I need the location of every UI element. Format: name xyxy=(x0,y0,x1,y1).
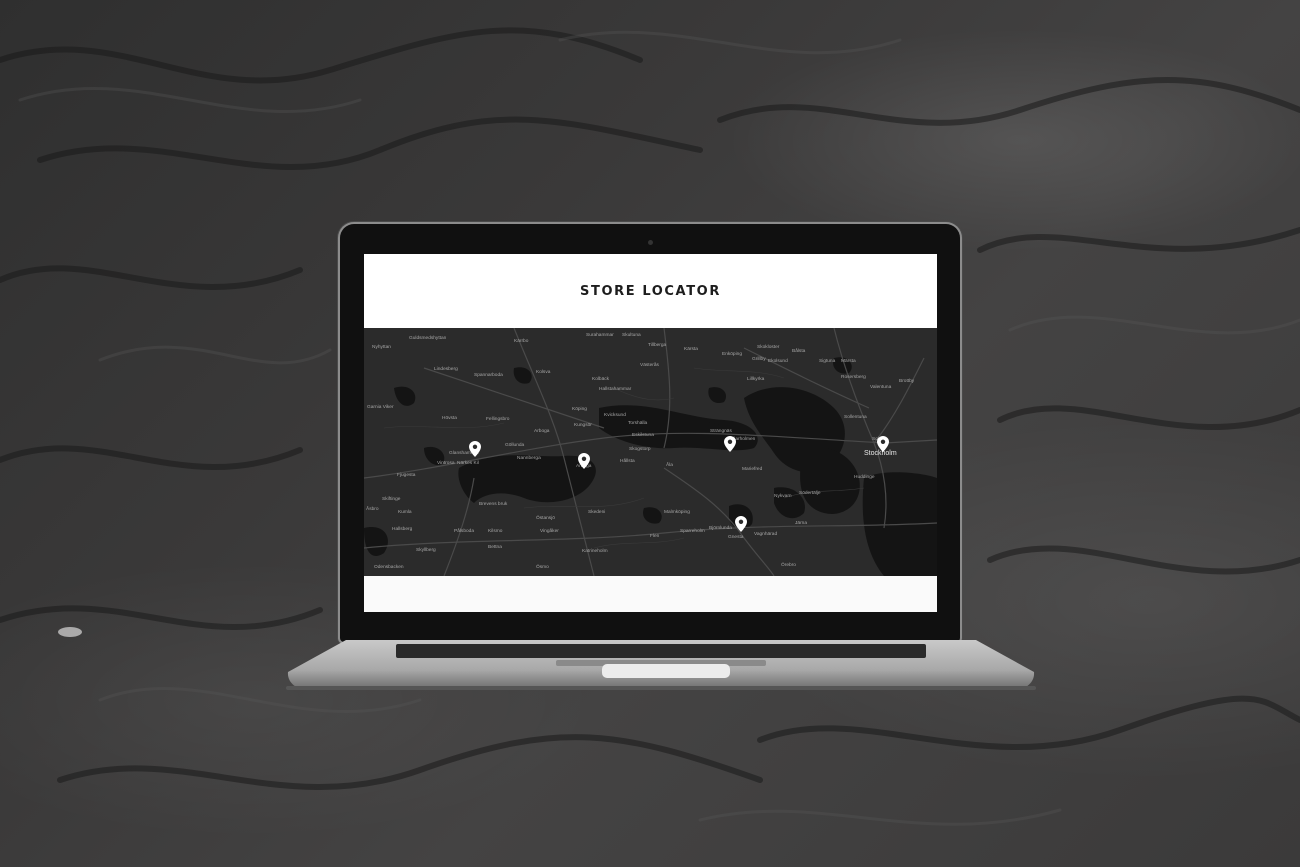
map-city-label: Torshälla xyxy=(628,421,648,426)
page-footer-area xyxy=(364,576,937,612)
map-city-label: Malmköping xyxy=(664,510,690,515)
map-city-label: Nannberga xyxy=(517,456,541,461)
map-city-label: Enköping xyxy=(722,352,743,357)
map-city-label: Köping xyxy=(572,407,587,412)
map-city-label: Nykvarn xyxy=(774,494,792,499)
map-city-label: Grillby xyxy=(752,357,766,362)
map-city-label: Brevens bruk xyxy=(479,502,508,507)
map-city-label: Arboga xyxy=(534,429,550,434)
map-city-label: Lillkyrka xyxy=(747,377,765,382)
map-city-label: Ösmo xyxy=(536,565,549,570)
map-city-label: Bålsta xyxy=(792,349,806,354)
map-city-label: Spannarboda xyxy=(474,373,503,378)
map-city-label: Bettna xyxy=(488,545,502,550)
map-city-label: Skiftinge xyxy=(382,497,401,502)
store-pin-icon[interactable] xyxy=(877,436,889,452)
map-city-label: Kungsör xyxy=(574,423,592,428)
map-city-label: Skultuna xyxy=(622,333,641,338)
map-city-label: Tillberga xyxy=(648,343,667,348)
map-city-label: Åla xyxy=(666,463,673,468)
map-city-label: Kärsta xyxy=(684,347,698,352)
map-city-label: Lindesberg xyxy=(434,367,458,372)
map-city-label: Kvicksund xyxy=(604,413,626,418)
map-city-label: Hållsta xyxy=(620,459,635,464)
map-city-label: Garnia Viker xyxy=(367,405,394,410)
page-header: STORE LOCATOR xyxy=(364,254,937,328)
map-city-label: Kolsva xyxy=(536,370,551,375)
map-city-label: Valentuna xyxy=(870,385,892,390)
store-pin-icon[interactable] xyxy=(578,453,590,469)
map-city-label: Rosersberg xyxy=(841,375,866,380)
map-city-label: Hallsberg xyxy=(392,527,413,532)
map-city-label: Strängnäs xyxy=(710,429,732,434)
map-city-label: Närkes Kil xyxy=(457,461,479,466)
map-city-label: Märsta xyxy=(841,359,856,364)
page-title: STORE LOCATOR xyxy=(580,283,721,299)
webcam-icon xyxy=(648,240,653,245)
map-city-label: Hallstahammar xyxy=(599,387,632,392)
map-city-label: Östansjö xyxy=(536,516,555,521)
laptop-base xyxy=(286,640,1036,690)
map-city-label: Hövsta xyxy=(442,416,457,421)
map-city-label: Sigtuna xyxy=(819,359,836,364)
map-city-label: Skedeni xyxy=(588,510,606,515)
map-city-label: Kolbäck xyxy=(592,377,610,382)
map-city-label: Örebro xyxy=(781,563,796,568)
map-city-label: Brottby xyxy=(899,379,915,384)
store-pin-icon[interactable] xyxy=(469,441,481,457)
map-city-label: Odensbacken xyxy=(374,565,404,570)
store-map[interactable]: Nyhyttan Guldsmedshyttan Kärrbo Surahammar S… xyxy=(364,328,937,576)
map-city-label: Vintrosa xyxy=(437,461,455,466)
map-city-label: Södertälje xyxy=(799,491,821,496)
map-city-label: Eskilstuna xyxy=(632,433,654,438)
map-city-label: Göllunda xyxy=(505,443,525,448)
map-city-label: Fellingsbro xyxy=(486,417,510,422)
store-pin-icon[interactable] xyxy=(735,516,747,532)
map-city-label: Järna xyxy=(795,521,807,526)
map-city-label: Vagnhärad xyxy=(754,532,778,537)
map-city-label: Gnesta xyxy=(728,535,744,540)
map-city-label: Nyhyttan xyxy=(372,345,391,350)
map-city-label: Ekolsund xyxy=(768,359,788,364)
map-city-label: Surahammar xyxy=(586,333,614,338)
map-city-label: Skogstorp xyxy=(629,447,651,452)
map-city-label: Skyllberg xyxy=(416,548,436,553)
map-city-label: Pålsboda xyxy=(454,529,475,534)
map-city-label: Åsbro xyxy=(366,507,379,512)
map-city-label: Flen xyxy=(650,534,660,539)
map-city-label: Fjugesta xyxy=(397,473,416,478)
laptop-screen: STORE LOCATOR Nyhyttan Guldsmedshyttan K… xyxy=(364,254,937,612)
map-city-label: Västerås xyxy=(640,363,659,368)
map-city-label: Sollentuna xyxy=(844,415,867,420)
map-city-label: Kumla xyxy=(398,510,412,515)
map-city-label: Kilsmo xyxy=(488,529,503,534)
map-city-label: Katrineholm xyxy=(582,549,608,554)
map-city-label: Mariefred xyxy=(742,467,763,472)
map-city-label: Kärrbo xyxy=(514,339,529,344)
store-pin-icon[interactable] xyxy=(724,436,736,452)
map-city-label: Vingåker xyxy=(540,529,559,534)
map-city-label: Huddinge xyxy=(854,475,875,480)
map-city-label: Sparreholm xyxy=(680,529,705,534)
map-city-label: Skokloster xyxy=(757,345,780,350)
map-city-label: Guldsmedshyttan xyxy=(409,336,447,341)
map-city-label: Björnlunda xyxy=(709,526,732,531)
